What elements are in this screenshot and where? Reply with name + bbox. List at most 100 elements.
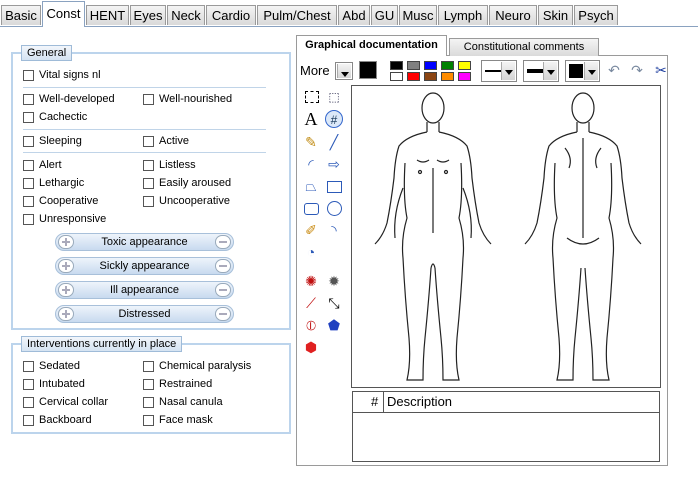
alert-checkbox[interactable] <box>23 160 34 171</box>
minus-icon[interactable] <box>215 307 231 321</box>
wound-icon[interactable]: ⦶ <box>302 316 320 334</box>
eraser-icon[interactable]: ✐ <box>302 221 320 239</box>
tab-pulm-chest[interactable]: Pulm/Chest <box>257 5 337 25</box>
rash-stamp-icon[interactable]: ✺ <box>302 272 320 290</box>
tab-psych[interactable]: Psych <box>574 5 618 25</box>
line-width-dropdown[interactable] <box>523 60 559 82</box>
tab-hent[interactable]: HENT <box>86 5 129 25</box>
laceration-icon[interactable]: ⟋ <box>302 294 320 312</box>
tab-abd[interactable]: Abd <box>338 5 370 25</box>
curve-icon[interactable]: ◝ <box>325 221 343 239</box>
tab-gu[interactable]: GU <box>371 5 398 25</box>
number-tool-icon[interactable]: # <box>325 110 343 128</box>
color-swatch[interactable] <box>407 61 420 70</box>
color-swatch[interactable] <box>407 72 420 81</box>
distressed-toggle[interactable]: Distressed <box>55 305 234 323</box>
intubated-checkbox[interactable] <box>23 379 34 390</box>
redo-icon[interactable]: ↷ <box>628 61 646 79</box>
well-developed-label: Well-developed <box>39 93 115 105</box>
tab-basic[interactable]: Basic <box>1 5 41 25</box>
tab-musc[interactable]: Musc <box>399 5 437 25</box>
body-diagram-canvas[interactable] <box>351 85 661 388</box>
texture-stamp-icon[interactable]: ✹ <box>325 272 343 290</box>
rounded-rectangle-icon[interactable] <box>302 199 320 217</box>
color-swatch[interactable] <box>424 72 437 81</box>
intubated-label: Intubated <box>39 378 85 390</box>
tab-cardio[interactable]: Cardio <box>206 5 256 25</box>
vital-signs-checkbox[interactable] <box>23 70 34 81</box>
bruise-icon[interactable]: ⬢ <box>302 338 320 356</box>
text-tool-icon[interactable]: A <box>302 110 320 128</box>
pie-icon[interactable]: ◔ <box>302 243 320 261</box>
tab-eyes[interactable]: Eyes <box>130 5 166 25</box>
cooperative-label: Cooperative <box>39 195 99 207</box>
chemical-paralysis-label: Chemical paralysis <box>159 360 252 372</box>
color-swatch[interactable] <box>424 61 437 70</box>
tab-graphical-documentation[interactable]: Graphical documentation <box>296 35 447 56</box>
fill-color-preview <box>569 64 583 78</box>
sickly-appearance-label: Sickly appearance <box>99 260 190 272</box>
line-style-dropdown[interactable] <box>481 60 517 82</box>
easily-aroused-checkbox[interactable] <box>143 178 154 189</box>
unresponsive-label: Unresponsive <box>39 213 107 225</box>
color-swatch[interactable] <box>441 72 454 81</box>
cachectic-checkbox[interactable] <box>23 112 34 123</box>
ill-appearance-label: Ill appearance <box>109 284 180 296</box>
toxic-appearance-toggle[interactable]: Toxic appearance <box>55 233 234 251</box>
lethargic-checkbox[interactable] <box>23 178 34 189</box>
sedated-checkbox[interactable] <box>23 361 34 372</box>
color-swatch[interactable] <box>441 61 454 70</box>
active-checkbox[interactable] <box>143 136 154 147</box>
ellipse-icon[interactable] <box>325 199 343 217</box>
divider <box>23 87 266 88</box>
arc-icon[interactable]: ◜ <box>302 155 320 173</box>
incision-icon[interactable]: ⤡ <box>325 294 343 312</box>
pencil-icon[interactable]: ✎ <box>302 133 320 151</box>
sedated-label: Sedated <box>39 360 80 372</box>
rectangle-icon[interactable] <box>325 177 343 195</box>
sickly-appearance-toggle[interactable]: Sickly appearance <box>55 257 234 275</box>
tab-constitutional-comments[interactable]: Constitutional comments <box>449 38 599 56</box>
cooperative-checkbox[interactable] <box>23 196 34 207</box>
sleeping-checkbox[interactable] <box>23 136 34 147</box>
alert-label: Alert <box>39 159 62 171</box>
tab-const[interactable]: Const <box>42 1 85 27</box>
ill-appearance-toggle[interactable]: Ill appearance <box>55 281 234 299</box>
restrained-checkbox[interactable] <box>143 379 154 390</box>
lasso-icon[interactable]: ⬚ <box>325 88 343 106</box>
tab-neck[interactable]: Neck <box>167 5 205 25</box>
chemical-paralysis-checkbox[interactable] <box>143 361 154 372</box>
minus-icon[interactable] <box>215 283 231 297</box>
uncooperative-checkbox[interactable] <box>143 196 154 207</box>
undo-icon[interactable]: ↶ <box>605 61 623 79</box>
polygon-icon[interactable]: ⏢ <box>302 177 320 195</box>
backboard-checkbox[interactable] <box>23 415 34 426</box>
nasal-canula-checkbox[interactable] <box>143 397 154 408</box>
more-dropdown[interactable] <box>335 62 353 80</box>
color-swatch[interactable] <box>390 72 403 81</box>
color-swatch[interactable] <box>390 61 403 70</box>
nasal-canula-label: Nasal canula <box>159 396 223 408</box>
burn-icon[interactable]: ⬟ <box>325 316 343 334</box>
listless-checkbox[interactable] <box>143 160 154 171</box>
current-color-swatch[interactable] <box>359 61 377 79</box>
minus-icon[interactable] <box>215 259 231 273</box>
line-icon[interactable]: ╱ <box>325 133 343 151</box>
color-swatch[interactable] <box>458 72 471 81</box>
color-swatch[interactable] <box>458 61 471 70</box>
select-icon[interactable] <box>302 88 320 106</box>
minus-icon[interactable] <box>215 235 231 249</box>
well-nourished-checkbox[interactable] <box>143 94 154 105</box>
table-column-divider <box>383 392 384 412</box>
face-mask-checkbox[interactable] <box>143 415 154 426</box>
tab-skin[interactable]: Skin <box>538 5 573 25</box>
scissors-icon[interactable]: ✂ <box>652 61 670 79</box>
fill-color-dropdown[interactable] <box>565 60 600 82</box>
arrow-icon[interactable]: ⇨ <box>325 155 343 173</box>
interventions-legend: Interventions currently in place <box>21 336 183 352</box>
tab-lymph[interactable]: Lymph <box>438 5 488 25</box>
tab-neuro[interactable]: Neuro <box>489 5 537 25</box>
unresponsive-checkbox[interactable] <box>23 214 34 225</box>
well-developed-checkbox[interactable] <box>23 94 34 105</box>
cervical-collar-checkbox[interactable] <box>23 397 34 408</box>
